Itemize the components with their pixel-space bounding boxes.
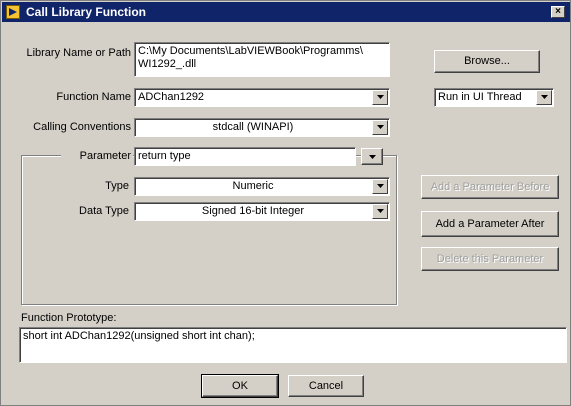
browse-button[interactable]: Browse... (434, 50, 540, 73)
function-name-value: ADChan1292 (138, 91, 205, 103)
thread-mode-dropdown-button[interactable] (536, 90, 552, 105)
type-dropdown-button[interactable] (372, 179, 388, 194)
thread-mode-value: Run in UI Thread (438, 91, 522, 103)
data-type-dropdown-button[interactable] (372, 204, 388, 219)
calling-conventions-value: stdcall (WINAPI) (212, 121, 294, 133)
chevron-down-icon (376, 184, 384, 188)
chevron-down-icon (540, 95, 548, 99)
add-parameter-after-button[interactable]: Add a Parameter After (421, 211, 559, 237)
add-parameter-before-button[interactable]: Add a Parameter Before (421, 175, 559, 199)
call-library-function-dialog: Call Library Function × Library Name or … (0, 0, 571, 406)
ok-button[interactable]: OK (201, 374, 279, 398)
data-type-value: Signed 16-bit Integer (201, 205, 305, 217)
calling-conventions-label: Calling Conventions (33, 121, 131, 133)
title-bar[interactable]: Call Library Function × (2, 2, 570, 22)
close-button[interactable]: × (551, 6, 565, 18)
data-type-label: Data Type (79, 205, 129, 217)
parameter-dropdown-button[interactable] (361, 148, 383, 165)
chevron-down-icon (376, 125, 384, 129)
library-path-input[interactable]: C:\My Documents\LabVIEWBook\Programms\ W… (134, 42, 390, 77)
delete-parameter-button[interactable]: Delete this Parameter (421, 247, 559, 271)
calling-conventions-select[interactable]: stdcall (WINAPI) (134, 118, 390, 137)
cancel-button[interactable]: Cancel (288, 375, 364, 397)
chevron-down-icon (376, 209, 384, 213)
parameter-value: return type (138, 150, 191, 162)
type-value: Numeric (232, 180, 274, 192)
thread-mode-select[interactable]: Run in UI Thread (434, 88, 554, 107)
function-name-dropdown-button[interactable] (372, 90, 388, 105)
chevron-down-icon (376, 95, 384, 99)
calling-conventions-dropdown-button[interactable] (372, 120, 388, 135)
function-prototype-field[interactable]: short int ADChan1292(unsigned short int … (19, 327, 567, 363)
type-label: Type (105, 180, 129, 192)
labview-dialog-icon (6, 5, 20, 19)
function-prototype-label: Function Prototype: (21, 312, 117, 324)
parameter-combo[interactable]: return type (134, 147, 356, 166)
parameter-label: Parameter (61, 149, 133, 163)
function-name-combo[interactable]: ADChan1292 (134, 88, 390, 107)
type-select[interactable]: Numeric (134, 177, 390, 196)
function-name-label: Function Name (56, 91, 131, 103)
chevron-down-icon (368, 155, 376, 159)
window-title: Call Library Function (26, 5, 147, 19)
library-path-label: Library Name or Path (26, 47, 131, 59)
close-icon: × (555, 6, 561, 17)
data-type-select[interactable]: Signed 16-bit Integer (134, 202, 390, 221)
